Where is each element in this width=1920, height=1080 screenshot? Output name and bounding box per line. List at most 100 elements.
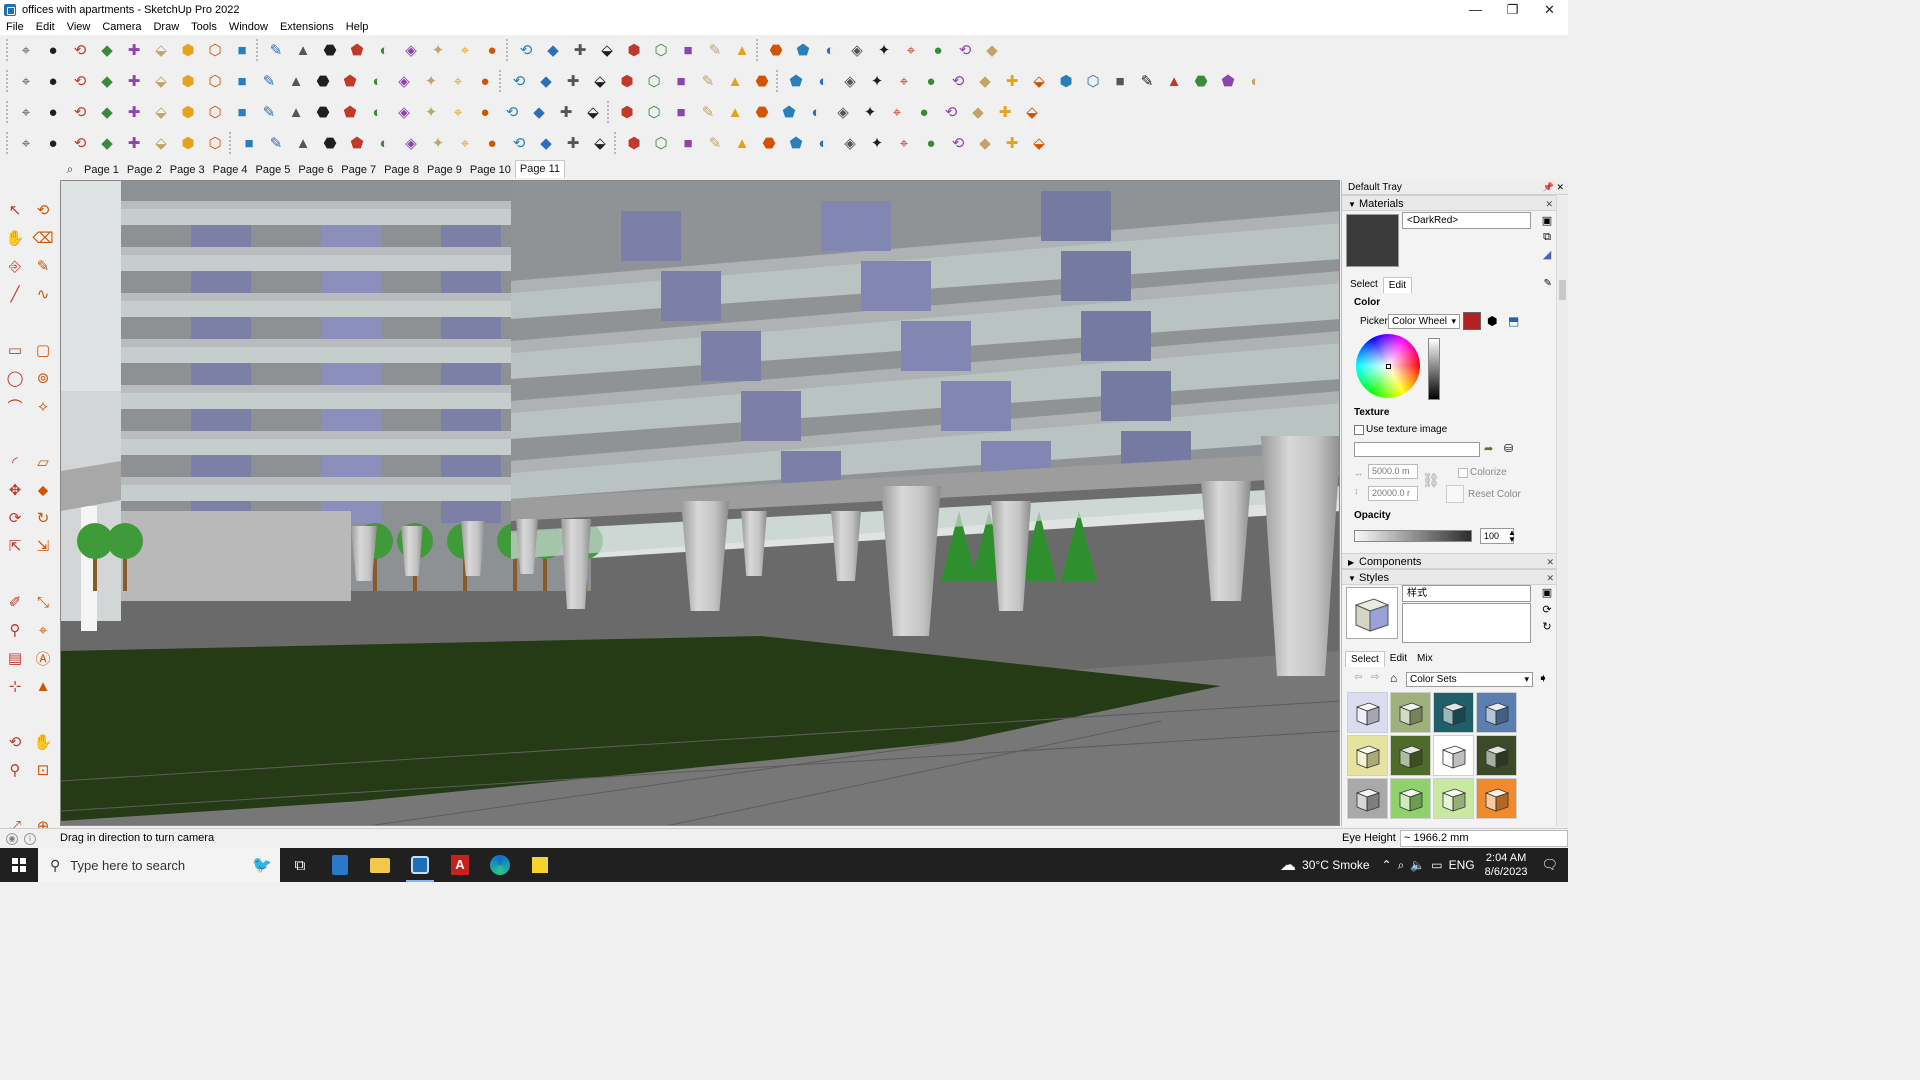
row4-tool-icon-16[interactable]: ✦ (425, 130, 451, 156)
sticky-notes-icon[interactable] (520, 848, 560, 882)
row2-tool-icon-12[interactable]: ⬣ (310, 68, 336, 94)
row3-tool-icon-36[interactable]: ◆ (965, 99, 991, 125)
row4-tool-icon-10[interactable]: ✎ (263, 130, 289, 156)
row2-tool-icon-14[interactable]: ◐ (364, 68, 390, 94)
row3-tool-icon-29[interactable]: ⬟ (776, 99, 802, 125)
row2-tool-icon-41[interactable]: ■ (1107, 68, 1133, 94)
language-indicator[interactable]: ENG (1449, 858, 1475, 872)
row3-tool-icon-13[interactable]: ⬟ (337, 99, 363, 125)
row2-tool-icon-17[interactable]: ⌖ (445, 68, 471, 94)
row2-tool-icon-5[interactable]: ✚ (121, 68, 147, 94)
start-button[interactable] (0, 848, 38, 882)
brightness-slider[interactable] (1428, 338, 1440, 400)
back-arrow-icon[interactable]: ⇦ (1354, 672, 1362, 683)
scene-tab-9[interactable]: Page 9 (423, 162, 466, 178)
style-thumbnail[interactable] (1347, 692, 1388, 733)
toolbar-grip[interactable] (614, 132, 618, 154)
left-tool-icon-33[interactable]: ⚲ (1, 756, 29, 784)
row2-tool-icon-21[interactable]: ✚ (560, 68, 586, 94)
task-view-icon[interactable]: ⧉ (280, 848, 320, 882)
row2-tool-icon-3[interactable]: ⟲ (67, 68, 93, 94)
match-color-model-icon[interactable]: ⬢ (1487, 314, 1497, 328)
row3-tool-icon-37[interactable]: ✚ (992, 99, 1018, 125)
tray-scrollbar[interactable] (1556, 196, 1568, 826)
row2-tool-icon-42[interactable]: ✎ (1134, 68, 1160, 94)
browse-folder-icon[interactable]: ➦ (1484, 442, 1493, 455)
row2-tool-icon-9[interactable]: ■ (229, 68, 255, 94)
row2-tool-icon-4[interactable]: ◆ (94, 68, 120, 94)
row3-tool-icon-27[interactable]: ▲ (722, 99, 748, 125)
style-thumbnail[interactable] (1476, 692, 1517, 733)
left-tool-icon-4[interactable]: ⌫ (29, 224, 57, 252)
menu-camera[interactable]: Camera (96, 21, 147, 33)
menu-window[interactable]: Window (223, 21, 274, 33)
row3-tool-icon-26[interactable]: ✎ (695, 99, 721, 125)
left-tool-icon-1[interactable]: ↖ (1, 196, 29, 224)
row3-tool-icon-20[interactable]: ◆ (526, 99, 552, 125)
toolbar-grip[interactable] (229, 132, 233, 154)
scene-tab-8[interactable]: Page 8 (380, 162, 423, 178)
row2-tool-icon-25[interactable]: ■ (668, 68, 694, 94)
menu-file[interactable]: File (0, 21, 30, 33)
row3-tool-icon-16[interactable]: ✦ (418, 99, 444, 125)
use-texture-checkbox[interactable] (1354, 425, 1364, 435)
weather-text[interactable]: 30°C Smoke (1302, 858, 1370, 872)
row1-tool-icon-9[interactable]: ■ (229, 37, 255, 63)
left-tool-icon-14[interactable]: ⟡ (29, 392, 57, 420)
row2-tool-icon-18[interactable]: ● (472, 68, 498, 94)
row4-tool-icon-32[interactable]: ✦ (864, 130, 890, 156)
tray-close-icon[interactable]: ✕ (1556, 182, 1564, 192)
left-tool-icon-26[interactable]: ⌖ (29, 616, 57, 644)
row4-tool-icon-6[interactable]: ⬙ (148, 130, 174, 156)
forward-arrow-icon[interactable]: ⇨ (1371, 672, 1379, 683)
scene-search-icon[interactable]: ⌕ (60, 162, 80, 178)
style-collection-select[interactable]: Color Sets (1406, 672, 1533, 687)
row4-tool-icon-33[interactable]: ⌖ (891, 130, 917, 156)
left-tool-icon-9[interactable]: ▭ (1, 336, 29, 364)
toolbar-grip[interactable] (6, 39, 10, 61)
row2-tool-icon-36[interactable]: ◆ (972, 68, 998, 94)
row4-tool-icon-9[interactable]: ■ (236, 130, 262, 156)
scene-tab-6[interactable]: Page 6 (294, 162, 337, 178)
row4-tool-icon-8[interactable]: ⬡ (202, 130, 228, 156)
calculator-app-icon[interactable] (320, 848, 360, 882)
row4-tool-icon-27[interactable]: ▲ (729, 130, 755, 156)
left-tool-icon-12[interactable]: ⊚ (29, 364, 57, 392)
components-section-header[interactable]: ▶ Components ✕ (1342, 553, 1557, 569)
row1-tool-icon-6[interactable]: ⬙ (148, 37, 174, 63)
row2-tool-icon-30[interactable]: ◐ (810, 68, 836, 94)
row4-tool-icon-25[interactable]: ■ (675, 130, 701, 156)
row2-tool-icon-45[interactable]: ⬟ (1215, 68, 1241, 94)
row3-tool-icon-6[interactable]: ⬙ (148, 99, 174, 125)
menu-view[interactable]: View (61, 21, 97, 33)
row3-tool-icon-3[interactable]: ⟲ (67, 99, 93, 125)
left-tool-icon-31[interactable]: ⟲ (1, 728, 29, 756)
opacity-slider[interactable] (1354, 530, 1472, 542)
style-thumbnail[interactable] (1433, 735, 1474, 776)
row1-tool-icon-14[interactable]: ◐ (371, 37, 397, 63)
row1-tool-icon-21[interactable]: ✚ (567, 37, 593, 63)
maximize-button[interactable]: ❐ (1494, 0, 1531, 19)
left-tool-icon-13[interactable]: ⌒ (1, 392, 29, 420)
left-tool-icon-30[interactable]: ▲ (29, 672, 57, 700)
home-icon[interactable]: ⌂ (1390, 671, 1397, 685)
taskbar-search-box[interactable]: ⚲ Type here to search 🐦 (38, 848, 280, 882)
row2-tool-icon-8[interactable]: ⬡ (202, 68, 228, 94)
row4-tool-icon-38[interactable]: ⬙ (1026, 130, 1052, 156)
acrobat-taskbar-icon[interactable]: A (440, 848, 480, 882)
row3-tool-icon-18[interactable]: ● (472, 99, 498, 125)
row2-tool-icon-46[interactable]: ◐ (1242, 68, 1268, 94)
components-close-icon[interactable]: ✕ (1546, 554, 1554, 570)
scene-tab-1[interactable]: Page 1 (80, 162, 123, 178)
row2-tool-icon-33[interactable]: ⌖ (891, 68, 917, 94)
left-tool-icon-7[interactable]: ╱ (1, 280, 29, 308)
row3-tool-icon-30[interactable]: ◐ (803, 99, 829, 125)
pin-icon[interactable]: 📌 (1543, 182, 1554, 192)
left-tool-icon-8[interactable]: ∿ (29, 280, 57, 308)
color-wheel-cursor[interactable] (1386, 364, 1391, 369)
row4-tool-icon-29[interactable]: ⬟ (783, 130, 809, 156)
row3-tool-icon-28[interactable]: ⬣ (749, 99, 775, 125)
row2-tool-icon-1[interactable]: ⌖ (13, 68, 39, 94)
style-thumbnail[interactable] (1390, 778, 1431, 819)
left-tool-icon-22[interactable]: ⇲ (29, 532, 57, 560)
